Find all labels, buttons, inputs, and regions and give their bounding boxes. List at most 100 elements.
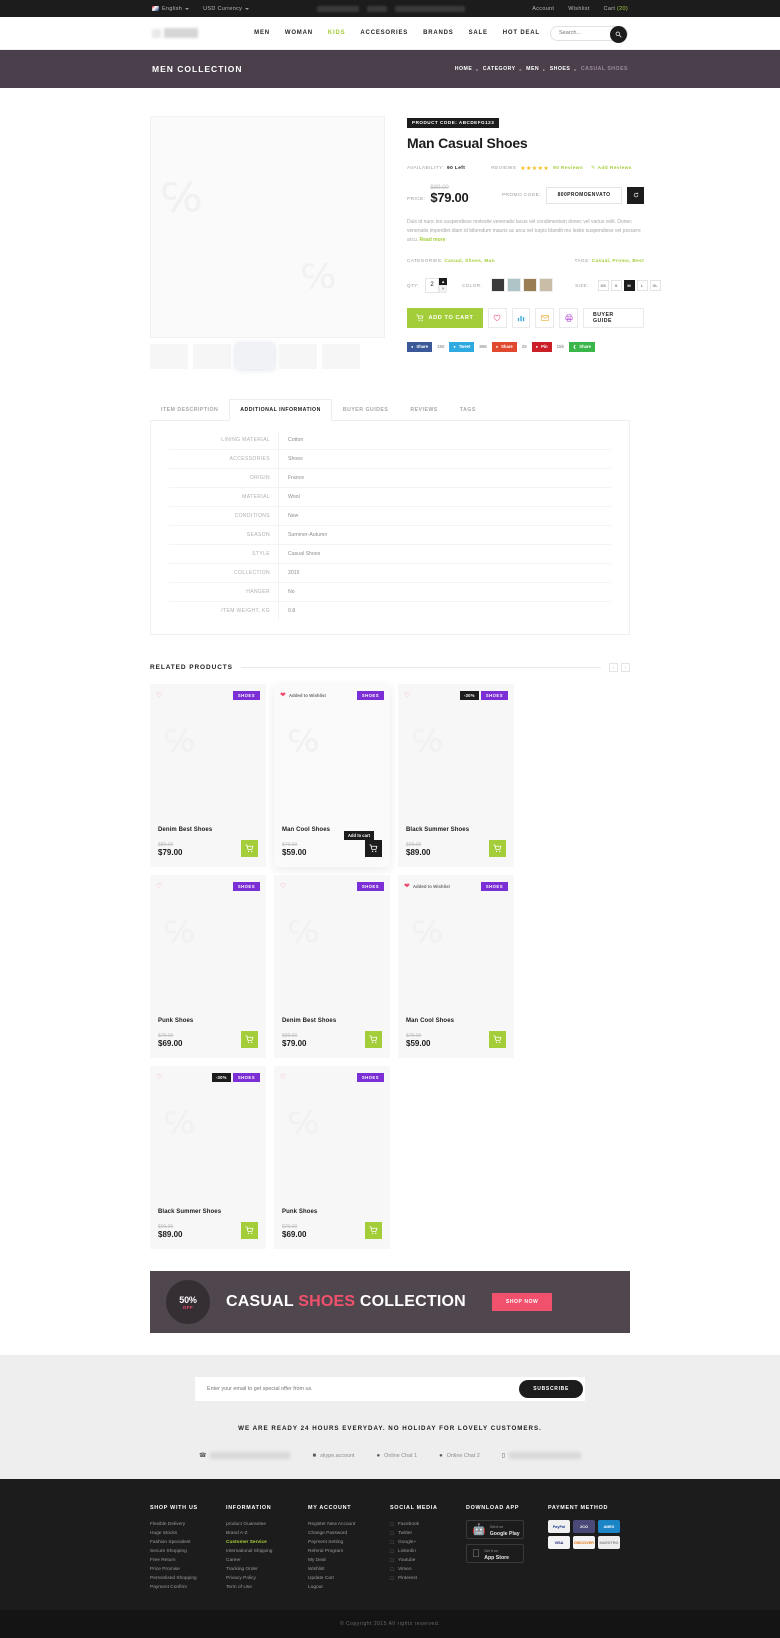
footer-link[interactable]: Logout <box>308 1583 390 1592</box>
footer-link[interactable]: Update Cart <box>308 1574 390 1583</box>
thumbnail[interactable] <box>193 344 231 369</box>
footer-link[interactable]: Free Return <box>150 1556 226 1565</box>
footer-link[interactable]: International Shipping <box>226 1547 308 1556</box>
size-option-s[interactable]: S <box>610 279 622 291</box>
product-card-name[interactable]: Denim Best Shoes <box>282 1018 382 1024</box>
read-more-link[interactable]: Read more <box>420 237 446 243</box>
wishlist-heart-icon[interactable]: ❤ <box>404 882 410 890</box>
footer-link[interactable]: product Guarantee <box>226 1520 308 1529</box>
wishlist-heart-icon[interactable]: ♡ <box>156 1073 162 1081</box>
thumbnail[interactable] <box>236 344 274 369</box>
share-button-1[interactable]: ● Tweet <box>449 341 475 352</box>
nav-item-sale[interactable]: SALE <box>469 30 488 36</box>
cart-link[interactable]: Cart (20) <box>604 6 628 12</box>
size-option-m[interactable]: M <box>623 279 635 291</box>
add-to-cart-button[interactable]: ADD TO CART <box>407 307 483 328</box>
carousel-prev-icon[interactable]: ‹ <box>609 663 618 672</box>
shop-now-button[interactable]: SHOP NOW <box>491 1293 553 1311</box>
currency-selector[interactable]: USD Currency <box>203 6 250 12</box>
product-card-image[interactable]: ℅ <box>398 706 514 821</box>
contact-item[interactable]: ■ skype.account <box>312 1453 354 1459</box>
thumbnail[interactable] <box>150 344 188 369</box>
footer-link[interactable]: My Deal <box>308 1556 390 1565</box>
share-button-2[interactable]: ● Share <box>491 341 517 352</box>
product-card-image[interactable]: ℅ <box>150 897 266 1012</box>
wishlist-heart-icon[interactable]: ♡ <box>280 1073 286 1081</box>
account-link[interactable]: Account <box>532 6 554 12</box>
quantity-stepper[interactable]: 2 ▲ ▼ <box>425 277 448 293</box>
product-card-name[interactable]: Punk Shoes <box>282 1209 382 1215</box>
tab-item-description[interactable]: ITEM DESCRIPTION <box>150 399 229 421</box>
card-add-to-cart-button[interactable] <box>241 1031 258 1048</box>
footer-link[interactable]: Payment Setting <box>308 1538 390 1547</box>
product-card[interactable]: ♡ SHOES ℅ Punk Shoes $79.00 $69.00 <box>274 1066 390 1249</box>
contact-item[interactable]: ● Online Chat 1 <box>377 1453 418 1459</box>
product-card-image[interactable]: ℅ <box>150 1088 266 1203</box>
card-add-to-cart-button[interactable] <box>365 1031 382 1048</box>
search-button[interactable] <box>610 25 627 43</box>
share-button-3[interactable]: ● Pin <box>531 341 552 352</box>
social-link[interactable]: ☐ Vimeo <box>390 1565 466 1574</box>
card-add-to-cart-button[interactable] <box>489 840 506 857</box>
footer-link[interactable]: Customer Service <box>226 1538 308 1547</box>
product-card[interactable]: ♡ -30% SHOES ℅ Black Summer Shoes $99.00… <box>398 684 514 867</box>
wishlist-button[interactable] <box>487 307 507 328</box>
footer-link[interactable]: Brand A-Z <box>226 1529 308 1538</box>
footer-link[interactable]: Term of Use <box>226 1583 308 1592</box>
footer-link[interactable]: Fashion Specialest <box>150 1538 226 1547</box>
wishlist-heart-icon[interactable]: ♡ <box>156 882 162 890</box>
card-add-to-cart-button[interactable] <box>489 1031 506 1048</box>
social-link[interactable]: ☐ Twitter <box>390 1529 466 1538</box>
language-selector[interactable]: English <box>152 6 190 12</box>
buyer-guide-button[interactable]: BUYER GUIDE <box>583 307 644 328</box>
product-card[interactable]: ♡ SHOES ℅ Denim Best Shoes $89.00 $79.00 <box>150 684 266 867</box>
tab-reviews[interactable]: REVIEWS <box>399 399 448 421</box>
product-card-image[interactable]: ℅ <box>150 706 266 821</box>
social-link[interactable]: ☐ Youtube <box>390 1556 466 1565</box>
nav-item-accesories[interactable]: ACCESORIES <box>360 30 408 36</box>
search-input[interactable] <box>559 30 611 36</box>
subscribe-button[interactable]: SUBSCRIBE <box>519 1380 583 1398</box>
social-link[interactable]: ☐ Google+ <box>390 1538 466 1547</box>
compare-button[interactable] <box>511 307 531 328</box>
product-card-name[interactable]: Denim Best Shoes <box>158 827 258 833</box>
qty-increment-button[interactable]: ▲ <box>439 277 448 285</box>
categories-value[interactable]: Casual, Shoes, Man <box>444 259 494 264</box>
product-card[interactable]: ♡ SHOES ℅ Punk Shoes $79.00 $69.00 <box>150 875 266 1058</box>
nav-item-woman[interactable]: WOMAN <box>285 30 313 36</box>
color-swatch-3[interactable] <box>539 278 554 292</box>
color-swatch-0[interactable] <box>491 278 506 292</box>
footer-link[interactable]: Personlised Shopping <box>150 1574 226 1583</box>
product-card-image[interactable]: ℅ <box>398 897 514 1012</box>
size-option-l[interactable]: L <box>636 279 648 291</box>
social-link[interactable]: ☐ Linkedin <box>390 1547 466 1556</box>
tab-buyer-guides[interactable]: BUYER GUIDES <box>332 399 400 421</box>
footer-link[interactable]: Secure Shopping <box>150 1547 226 1556</box>
add-reviews-link[interactable]: Add Reviews <box>598 166 632 171</box>
share-button-0[interactable]: ● Share <box>407 341 433 352</box>
share-button-4[interactable]: ❮ Share <box>568 341 595 352</box>
promo-code-value[interactable]: 800PROMOENVATO <box>546 186 622 204</box>
wishlist-heart-icon[interactable]: ♡ <box>280 882 286 890</box>
product-card[interactable]: ♡ -30% SHOES ℅ Black Summer Shoes $99.00… <box>150 1066 266 1249</box>
qty-value[interactable]: 2 <box>425 277 440 293</box>
footer-link[interactable]: Flexible Delivery <box>150 1520 226 1529</box>
product-card[interactable]: ❤ Added to Wishlist SHOES ℅ Man Cool Sho… <box>274 684 390 867</box>
footer-link[interactable]: Huge Stocks <box>150 1529 226 1538</box>
email-button[interactable] <box>535 307 555 328</box>
footer-link[interactable]: Referal Program <box>308 1547 390 1556</box>
product-card-name[interactable]: Punk Shoes <box>158 1018 258 1024</box>
newsletter-email-input[interactable] <box>207 1386 520 1392</box>
nav-item-men[interactable]: MEN <box>254 30 270 36</box>
promo-banner[interactable]: 50% OFF CASUAL SHOES COLLECTION SHOP NOW <box>150 1271 630 1333</box>
footer-link[interactable]: Wishlist <box>308 1565 390 1574</box>
footer-link[interactable]: Register New Account <box>308 1520 390 1529</box>
nav-item-brands[interactable]: BRANDS <box>423 30 453 36</box>
footer-link[interactable]: Payment Confirm <box>150 1583 226 1592</box>
product-card-name[interactable]: Black Summer Shoes <box>158 1209 258 1215</box>
contact-item[interactable]: ☎ <box>199 1452 291 1459</box>
product-card-image[interactable]: ℅ <box>274 706 390 821</box>
product-card-name[interactable]: Black Summer Shoes <box>406 827 506 833</box>
nav-item-kids[interactable]: KIDS <box>328 30 346 36</box>
thumbnail[interactable] <box>322 344 360 369</box>
